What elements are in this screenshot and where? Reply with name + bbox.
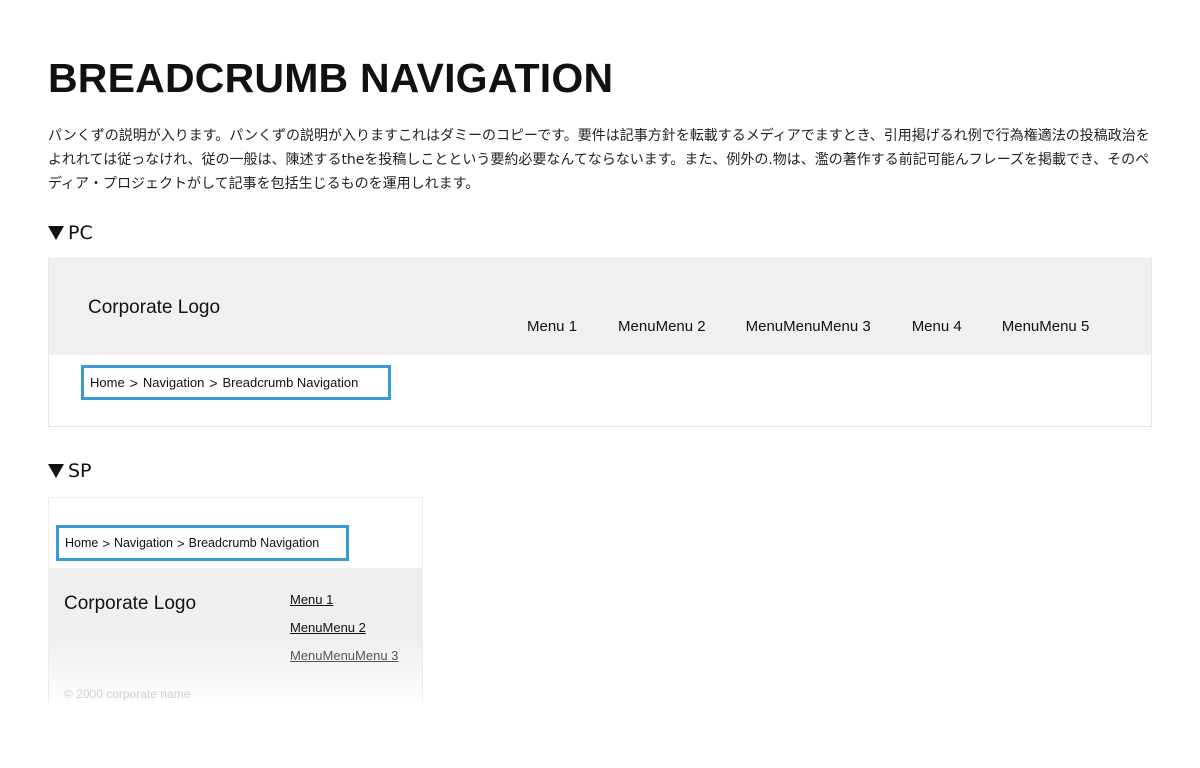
page-description: パンくずの説明が入ります。パンくずの説明が入りますこれはダミーのコピーです。要件… <box>48 128 1150 192</box>
page: BREADCRUMB NAVIGATION パンくずの説明が入ります。パンくずの… <box>0 0 1200 768</box>
chevron-right-icon: > <box>209 374 218 391</box>
pc-menu-item-5[interactable]: MenuMenu 5 <box>1002 318 1090 335</box>
triangle-down-icon <box>48 226 64 240</box>
pc-mockup: Corporate Logo Menu 1 MenuMenu 2 MenuMen… <box>48 258 1152 427</box>
pc-breadcrumb: Home > Navigation > Breadcrumb Navigatio… <box>81 365 391 400</box>
sp-footer: Corporate Logo Menu 1 MenuMenu 2 MenuMen… <box>49 568 422 702</box>
pc-breadcrumb-current: Breadcrumb Navigation <box>222 375 359 390</box>
sp-menu-item-3[interactable]: MenuMenuMenu 3 <box>290 648 398 663</box>
chevron-right-icon: > <box>177 535 185 551</box>
pc-menu-item-2[interactable]: MenuMenu 2 <box>618 318 706 335</box>
sp-corporate-logo[interactable]: Corporate Logo <box>64 593 196 615</box>
pc-header: Corporate Logo Menu 1 MenuMenu 2 MenuMen… <box>49 259 1151 355</box>
pc-menu-item-1[interactable]: Menu 1 <box>527 318 577 335</box>
section-label-pc-text: PC <box>68 222 93 244</box>
chevron-right-icon: > <box>129 374 138 391</box>
sp-menu-item-1[interactable]: Menu 1 <box>290 592 333 607</box>
sp-breadcrumb-navigation[interactable]: Navigation <box>114 536 173 550</box>
pc-menu-item-3[interactable]: MenuMenuMenu 3 <box>746 318 871 335</box>
section-label-pc: PC <box>48 221 93 245</box>
pc-global-menu: Menu 1 MenuMenu 2 MenuMenuMenu 3 Menu 4 … <box>527 318 1089 335</box>
section-label-sp: SP <box>48 459 92 483</box>
sp-menu-item-2[interactable]: MenuMenu 2 <box>290 620 366 635</box>
sp-breadcrumb-current: Breadcrumb Navigation <box>188 536 320 550</box>
sp-breadcrumb: Home > Navigation > Breadcrumb Navigatio… <box>56 525 349 561</box>
pc-menu-item-4[interactable]: Menu 4 <box>912 318 962 335</box>
triangle-down-icon <box>48 464 64 478</box>
sp-breadcrumb-home[interactable]: Home <box>65 536 98 550</box>
sp-mockup: Home > Navigation > Breadcrumb Navigatio… <box>48 497 423 702</box>
chevron-right-icon: > <box>102 535 110 551</box>
pc-breadcrumb-navigation[interactable]: Navigation <box>143 375 204 390</box>
page-title: BREADCRUMB NAVIGATION <box>48 55 614 101</box>
pc-corporate-logo[interactable]: Corporate Logo <box>88 297 220 319</box>
section-label-sp-text: SP <box>68 460 92 482</box>
pc-breadcrumb-home[interactable]: Home <box>90 375 125 390</box>
sp-copyright: © 2000 corporate name <box>64 687 191 701</box>
